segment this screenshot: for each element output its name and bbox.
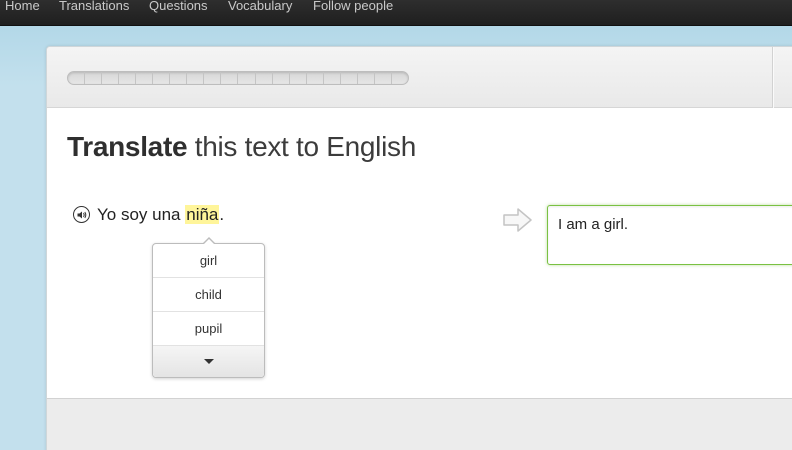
header-divider <box>772 47 773 108</box>
hint-option[interactable]: pupil <box>153 312 264 346</box>
sentence-start: Yo soy una <box>97 205 186 224</box>
nav-item-home[interactable]: Home <box>5 0 40 13</box>
translation-input[interactable]: I am a girl. <box>547 205 792 265</box>
nav-item-translations[interactable]: Translations <box>59 0 129 13</box>
nav-item-vocabulary[interactable]: Vocabulary <box>228 0 292 13</box>
source-sentence: Yo soy una niña. <box>97 205 224 225</box>
word-hint-dropdown: girl child pupil <box>152 237 265 378</box>
title-bold: Translate <box>67 131 188 162</box>
arrow-right-icon <box>503 208 532 232</box>
lesson-card: Translate this text to English Yo soy un… <box>46 46 792 450</box>
top-navigation: Home Translations Questions Vocabulary F… <box>0 0 792 26</box>
lesson-header <box>47 47 792 108</box>
title-rest: this text to English <box>187 131 417 162</box>
lesson-footer <box>47 398 792 450</box>
nav-item-questions[interactable]: Questions <box>149 0 208 13</box>
page-title: Translate this text to English <box>67 131 416 163</box>
chevron-down-icon <box>203 359 214 365</box>
sentence-end: . <box>219 205 225 224</box>
hint-option[interactable]: girl <box>153 244 264 278</box>
lesson-progress-bar <box>67 71 409 85</box>
speaker-icon[interactable] <box>73 206 90 223</box>
nav-item-follow-people[interactable]: Follow people <box>313 0 393 13</box>
highlighted-word[interactable]: niña <box>185 205 220 224</box>
more-hints-button[interactable] <box>153 346 264 377</box>
hint-option[interactable]: child <box>153 278 264 312</box>
